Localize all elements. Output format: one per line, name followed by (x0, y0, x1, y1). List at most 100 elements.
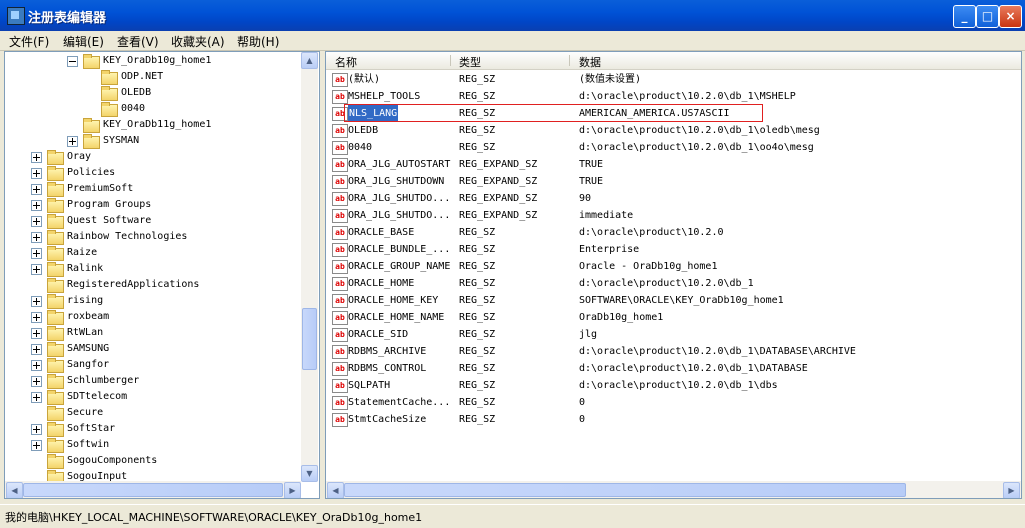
expand-icon[interactable] (31, 312, 42, 323)
menu-help[interactable]: 帮助(H) (237, 33, 279, 50)
expand-icon[interactable] (31, 216, 42, 227)
value-row[interactable]: ab ORACLE_HOME_NAME REG_SZ OraDb10g_home1 (326, 309, 1021, 326)
tree-node[interactable]: Secure (5, 405, 299, 421)
value-row[interactable]: ab ORA_JLG_AUTOSTART REG_EXPAND_SZ TRUE (326, 156, 1021, 173)
tree-node[interactable]: Rainbow Technologies (5, 229, 299, 245)
expand-icon[interactable] (31, 376, 42, 387)
close-button[interactable]: × (999, 5, 1022, 28)
scroll-down-button[interactable]: ▼ (301, 465, 318, 482)
value-row[interactable]: ab ORACLE_HOME_KEY REG_SZ SOFTWARE\ORACLE\K… (326, 292, 1021, 309)
value-row[interactable]: ab RDBMS_CONTROL REG_SZ d:\oracle\product\1… (326, 360, 1021, 377)
tree-node[interactable]: KEY_OraDb11g_home1 (5, 117, 299, 133)
tree-node[interactable]: SogouComponents (5, 453, 299, 469)
expand-icon[interactable] (31, 248, 42, 259)
scroll-right-button[interactable]: ▶ (1003, 482, 1020, 498)
tree-vertical-scrollbar[interactable]: ▲ ▼ (301, 52, 318, 482)
tree-node[interactable]: Oray (5, 149, 299, 165)
tree-node[interactable]: OLEDB (5, 85, 299, 101)
value-row[interactable]: ab MSHELP_TOOLS REG_SZ d:\oracle\product\10… (326, 88, 1021, 105)
tree-node[interactable]: Program Groups (5, 197, 299, 213)
expand-icon[interactable] (31, 440, 42, 451)
column-name-header[interactable]: 名称 (335, 54, 357, 70)
expand-icon[interactable] (31, 424, 42, 435)
value-row[interactable]: ab ORACLE_BUNDLE_... REG_SZ Enterprise (326, 241, 1021, 258)
tree-node[interactable]: Schlumberger (5, 373, 299, 389)
expand-icon[interactable] (31, 264, 42, 275)
tree-node[interactable]: rising (5, 293, 299, 309)
menu-file[interactable]: 文件(F) (9, 33, 49, 50)
tree-node[interactable]: PremiumSoft (5, 181, 299, 197)
expand-icon[interactable] (31, 328, 42, 339)
expand-icon[interactable] (31, 296, 42, 307)
tree-node[interactable]: Ralink (5, 261, 299, 277)
value-row[interactable]: ab RDBMS_ARCHIVE REG_SZ d:\oracle\product\1… (326, 343, 1021, 360)
tree-node[interactable]: Policies (5, 165, 299, 181)
folder-icon (47, 214, 64, 229)
expand-icon[interactable] (31, 232, 42, 243)
tree-node[interactable]: 0040 (5, 101, 299, 117)
column-data-header[interactable]: 数据 (579, 54, 601, 70)
value-row[interactable]: ab (默认) REG_SZ (数值未设置) (326, 71, 1021, 88)
tree-node[interactable]: Quest Software (5, 213, 299, 229)
value-row[interactable]: ab 0040 REG_SZ d:\oracle\product\10.2.0\db_… (326, 139, 1021, 156)
tree-node[interactable]: SAMSUNG (5, 341, 299, 357)
value-type: REG_SZ (459, 278, 496, 289)
value-type: REG_SZ (459, 227, 496, 238)
value-row[interactable]: ab ORACLE_SID REG_SZ jlg (326, 326, 1021, 343)
value-row[interactable]: ab SQLPATH REG_SZ d:\oracle\product\10.2.0\… (326, 377, 1021, 394)
tree-node[interactable]: SYSMAN (5, 133, 299, 149)
menu-view[interactable]: 查看(V) (117, 33, 159, 50)
value-row[interactable]: ab ORACLE_GROUP_NAME REG_SZ Oracle - OraDb1… (326, 258, 1021, 275)
scroll-thumb[interactable] (302, 308, 317, 370)
scroll-up-button[interactable]: ▲ (301, 52, 318, 69)
value-row[interactable]: ab NLS_LANG REG_SZ AMERICAN_AMERICA.US7ASCI… (326, 105, 1021, 122)
menu-edit[interactable]: 编辑(E) (63, 33, 104, 50)
tree-node[interactable]: Sangfor (5, 357, 299, 373)
tree-node[interactable]: KEY_OraDb10g_home1 (5, 53, 299, 69)
expand-icon[interactable] (31, 360, 42, 371)
value-row[interactable]: ab ORACLE_BASE REG_SZ d:\oracle\product\10.… (326, 224, 1021, 241)
value-row[interactable]: ab OLEDB REG_SZ d:\oracle\product\10.2.0\db… (326, 122, 1021, 139)
expand-icon[interactable] (31, 152, 42, 163)
menu-favorites[interactable]: 收藏夹(A) (171, 33, 225, 50)
registry-tree[interactable]: KEY_OraDb10g_home1 ODP.NET OLEDB 0040 KEY_Or… (4, 51, 320, 499)
value-row[interactable]: ab ORA_JLG_SHUTDOWN REG_EXPAND_SZ TRUE (326, 173, 1021, 190)
tree-node[interactable]: ODP.NET (5, 69, 299, 85)
column-type-header[interactable]: 类型 (459, 54, 481, 70)
scroll-thumb[interactable] (344, 483, 906, 497)
list-horizontal-scrollbar[interactable]: ◀ ▶ (326, 481, 1021, 498)
tree-node[interactable]: SoftStar (5, 421, 299, 437)
scroll-thumb[interactable] (23, 483, 283, 497)
maximize-button[interactable]: □ (976, 5, 999, 28)
expand-icon[interactable] (31, 200, 42, 211)
expand-icon[interactable] (67, 136, 78, 147)
value-name: (默认) (348, 74, 381, 85)
tree-node[interactable]: roxbeam (5, 309, 299, 325)
tree-node[interactable]: Softwin (5, 437, 299, 453)
value-row[interactable]: ab ORA_JLG_SHUTDO... REG_EXPAND_SZ immediat… (326, 207, 1021, 224)
string-value-icon: ab (332, 158, 348, 172)
expand-icon[interactable] (31, 392, 42, 403)
tree-node[interactable]: SDTtelecom (5, 389, 299, 405)
expand-icon[interactable] (31, 344, 42, 355)
collapse-icon[interactable] (67, 56, 78, 67)
string-value-icon: ab (332, 396, 348, 410)
expand-icon[interactable] (31, 168, 42, 179)
tree-node[interactable]: RegisteredApplications (5, 277, 299, 293)
value-row[interactable]: ab ORACLE_HOME REG_SZ d:\oracle\product\10.… (326, 275, 1021, 292)
value-row[interactable]: ab StatementCache... REG_SZ 0 (326, 394, 1021, 411)
value-row[interactable]: ab StmtCacheSize REG_SZ 0 (326, 411, 1021, 428)
minimize-button[interactable]: _ (953, 5, 976, 28)
scroll-left-button[interactable]: ◀ (6, 482, 23, 498)
value-row[interactable]: ab ORA_JLG_SHUTDO... REG_EXPAND_SZ 90 (326, 190, 1021, 207)
value-data: Enterprise (579, 244, 640, 255)
scroll-left-button[interactable]: ◀ (327, 482, 344, 498)
scroll-right-button[interactable]: ▶ (284, 482, 301, 498)
tree-horizontal-scrollbar[interactable]: ◀ ▶ (5, 481, 301, 498)
tree-node[interactable]: RtWLan (5, 325, 299, 341)
folder-icon (47, 294, 64, 309)
tree-node-label: RegisteredApplications (67, 279, 200, 290)
tree-node[interactable]: Raize (5, 245, 299, 261)
expand-icon[interactable] (31, 184, 42, 195)
values-list[interactable]: 名称 类型 数据 ab (默认) REG_SZ (数值未设置) ab MSHELP_TOO… (325, 51, 1022, 499)
